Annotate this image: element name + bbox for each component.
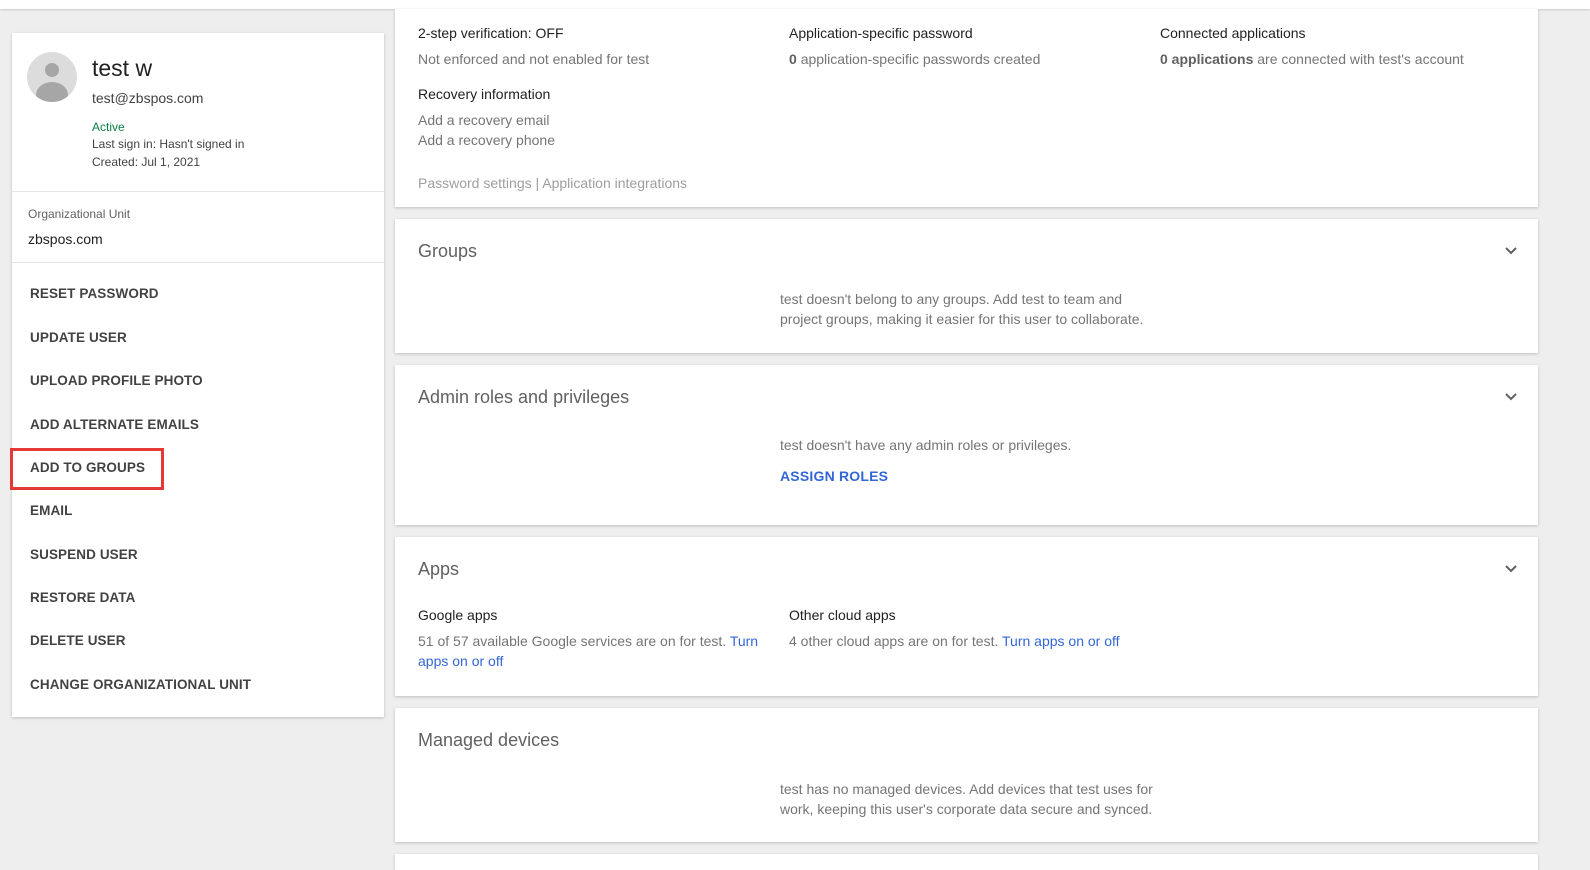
app-password-title: Application-specific password <box>789 25 973 41</box>
avatar-body-shape <box>36 82 68 102</box>
groups-message-line: project groups, making it easier for thi… <box>780 311 1144 327</box>
devices-message-line: work, keeping this user's corporate data… <box>780 801 1153 817</box>
managed-devices-message: test has no managed devices. Add devices… <box>780 779 1153 819</box>
chevron-down-icon[interactable] <box>1504 390 1518 404</box>
top-app-bar <box>0 0 1590 9</box>
org-unit-value: zbspos.com <box>28 231 103 247</box>
recovery-title: Recovery information <box>418 86 551 102</box>
divider <box>12 262 384 263</box>
add-recovery-email-link[interactable]: Add a recovery email <box>418 112 550 128</box>
add-recovery-phone-link[interactable]: Add a recovery phone <box>418 132 555 148</box>
user-email: test@zbspos.com <box>92 90 204 106</box>
apps-title: Apps <box>418 559 460 579</box>
two-step-label: 2-step verification: <box>418 25 532 41</box>
admin-roles-card[interactable]: Admin roles and privileges test doesn't … <box>395 365 1538 525</box>
chevron-down-icon[interactable] <box>1504 562 1518 576</box>
assign-roles-button[interactable]: ASSIGN ROLES <box>780 468 888 484</box>
turn-other-apps-link[interactable]: Turn apps on or off <box>1002 633 1120 649</box>
user-name: test w <box>92 55 153 81</box>
chevron-down-icon[interactable] <box>1504 244 1518 258</box>
admin-roles-title: Admin roles and privileges <box>418 387 630 407</box>
security-card: 2-step verification: OFF Not enforced an… <box>395 9 1538 207</box>
devices-message-line: test has no managed devices. Add devices… <box>780 781 1153 797</box>
connected-apps-description: 0 applications are connected with test's… <box>1160 51 1464 67</box>
divider <box>12 191 384 192</box>
app-password-description: 0 application-specific passwords created <box>789 51 1040 67</box>
two-step-value: OFF <box>535 25 564 41</box>
security-footer-links: Password settings | Application integrat… <box>418 175 687 191</box>
groups-message-line: test doesn't belong to any groups. Add t… <box>780 291 1123 307</box>
avatar-head-shape <box>45 63 59 77</box>
link-separator: | <box>535 175 540 191</box>
update-user-button[interactable]: UPDATE USER <box>30 330 127 345</box>
suspend-user-button[interactable]: SUSPEND USER <box>30 547 138 562</box>
change-organizational-unit-button[interactable]: CHANGE ORGANIZATIONAL UNIT <box>30 677 251 692</box>
managed-devices-card[interactable]: Managed devices test has no managed devi… <box>395 708 1538 842</box>
google-apps-title: Google apps <box>418 607 498 623</box>
connected-apps-title: Connected applications <box>1160 25 1306 41</box>
email-button[interactable]: EMAIL <box>30 503 73 518</box>
upload-profile-photo-button[interactable]: UPLOAD PROFILE PHOTO <box>30 373 203 388</box>
last-sign-in: Last sign in: Hasn't signed in <box>92 137 245 151</box>
user-profile-card: test w test@zbspos.com Active Last sign … <box>12 33 384 717</box>
status-badge: Active <box>92 120 125 134</box>
other-cloud-apps-text: 4 other cloud apps are on for test. <box>789 633 999 649</box>
groups-title: Groups <box>418 241 478 261</box>
two-step-description: Not enforced and not enabled for test <box>418 51 650 67</box>
turn-google-apps-link[interactable]: apps on or off <box>418 653 503 669</box>
other-cloud-apps-title: Other cloud apps <box>789 607 896 623</box>
managed-devices-title: Managed devices <box>418 730 560 750</box>
apps-card[interactable]: Apps Google apps 51 of 57 available Goog… <box>395 537 1538 696</box>
other-cloud-apps-description: 4 other cloud apps are on for test. Turn… <box>789 633 1120 649</box>
avatar-icon[interactable] <box>27 52 77 102</box>
connected-apps-count: 0 applications <box>1160 51 1254 67</box>
highlight-annotation <box>10 448 164 490</box>
groups-empty-message: test doesn't belong to any groups. Add t… <box>780 289 1143 329</box>
admin-roles-message: test doesn't have any admin roles or pri… <box>780 437 1072 453</box>
delete-user-button[interactable]: DELETE USER <box>30 633 126 648</box>
app-password-count: 0 <box>789 51 797 67</box>
next-section-card <box>395 854 1538 870</box>
groups-card[interactable]: Groups test doesn't belong to any groups… <box>395 219 1538 353</box>
password-settings-link[interactable]: Password settings <box>418 175 532 191</box>
org-unit-label: Organizational Unit <box>28 207 131 221</box>
two-step-verification: 2-step verification: OFF <box>418 25 564 41</box>
google-apps-description: 51 of 57 available Google services are o… <box>418 633 758 649</box>
created-date: Created: Jul 1, 2021 <box>92 155 201 169</box>
restore-data-button[interactable]: RESTORE DATA <box>30 590 135 605</box>
app-password-text: application-specific passwords created <box>800 51 1041 67</box>
turn-google-apps-link[interactable]: Turn <box>730 633 758 649</box>
add-alternate-emails-button[interactable]: ADD ALTERNATE EMAILS <box>30 417 199 432</box>
application-integrations-link[interactable]: Application integrations <box>542 175 687 191</box>
reset-password-button[interactable]: RESET PASSWORD <box>30 286 159 301</box>
google-apps-text: 51 of 57 available Google services are o… <box>418 633 727 649</box>
connected-apps-text: are connected with test's account <box>1257 51 1464 67</box>
